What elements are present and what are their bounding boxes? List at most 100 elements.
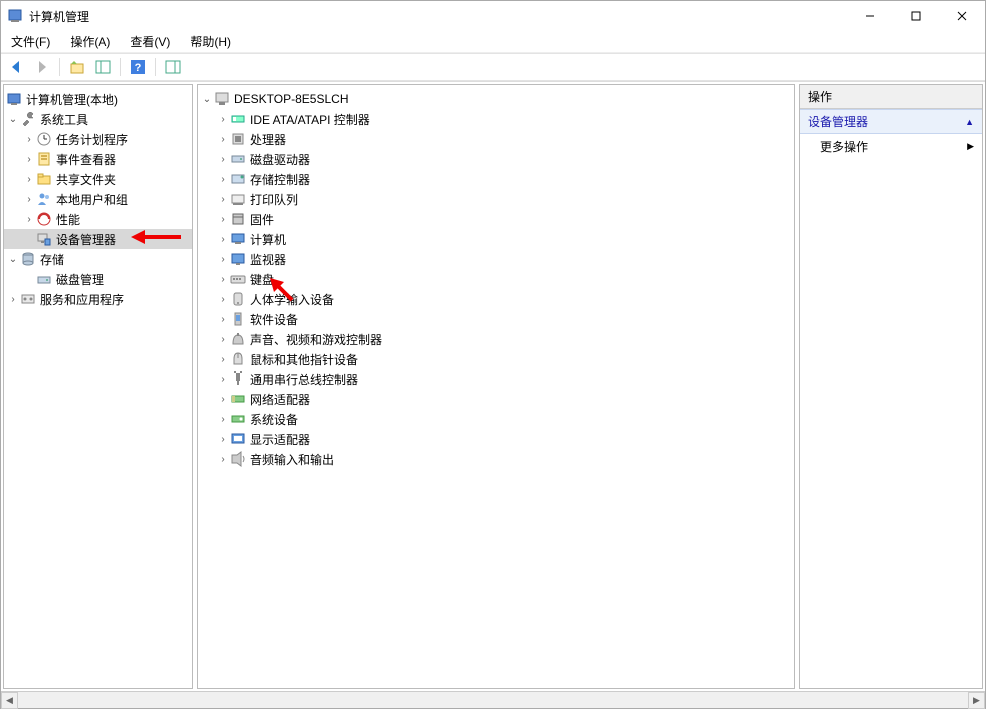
scroll-track[interactable] <box>18 693 968 708</box>
tree-node-event-viewer[interactable]: › 事件查看器 <box>4 149 192 169</box>
device-node-computer[interactable]: ⌄ DESKTOP-8E5SLCH <box>198 89 794 109</box>
window-title: 计算机管理 <box>29 8 89 25</box>
device-category-node[interactable]: ›固件 <box>198 209 794 229</box>
tree-node-performance[interactable]: › 性能 <box>4 209 192 229</box>
action-label: 更多操作 <box>820 138 868 155</box>
expander-closed-icon[interactable]: › <box>216 172 230 186</box>
tree-label: 鼠标和其他指针设备 <box>250 351 358 368</box>
expander-closed-icon[interactable]: › <box>216 452 230 466</box>
scroll-left-button[interactable]: ◀ <box>1 692 18 709</box>
device-category-node[interactable]: ›通用串行总线控制器 <box>198 369 794 389</box>
device-category-node[interactable]: ›计算机 <box>198 229 794 249</box>
computer-management-icon <box>6 91 22 107</box>
disk-icon <box>36 271 52 287</box>
expander-closed-icon[interactable]: › <box>216 132 230 146</box>
device-category-icon <box>230 351 246 367</box>
device-category-node[interactable]: › 处理器 <box>198 129 794 149</box>
tree-label: 打印队列 <box>250 191 298 208</box>
tree-label: 共享文件夹 <box>56 171 116 188</box>
expander-closed-icon[interactable]: › <box>216 372 230 386</box>
minimize-button[interactable] <box>847 1 893 31</box>
menu-action[interactable]: 操作(A) <box>64 31 116 52</box>
up-button[interactable] <box>66 56 88 78</box>
device-category-node[interactable]: › 键盘 <box>198 269 794 289</box>
device-category-icon <box>230 451 246 467</box>
scroll-right-button[interactable]: ▶ <box>968 692 985 709</box>
tree-node-local-users[interactable]: › 本地用户和组 <box>4 189 192 209</box>
show-hide-tree-button[interactable] <box>92 56 114 78</box>
close-button[interactable] <box>939 1 985 31</box>
device-category-node[interactable]: › 系统设备 <box>198 409 794 429</box>
tree-label: 处理器 <box>250 131 286 148</box>
device-category-node[interactable]: ›监视器 <box>198 249 794 269</box>
expander-closed-icon[interactable]: › <box>216 212 230 226</box>
device-category-node[interactable]: › 打印队列 <box>198 189 794 209</box>
tree-node-root[interactable]: 计算机管理(本地) <box>4 89 192 109</box>
device-category-node[interactable]: ›音频输入和输出 <box>198 449 794 469</box>
menu-file[interactable]: 文件(F) <box>5 31 56 52</box>
actions-group-device-manager[interactable]: 设备管理器 ▲ <box>800 109 982 134</box>
device-category-node[interactable]: ›人体学输入设备 <box>198 289 794 309</box>
device-category-node[interactable]: ›磁盘驱动器 <box>198 149 794 169</box>
expander-closed-icon[interactable]: › <box>6 292 20 306</box>
expander-closed-icon[interactable]: › <box>22 192 36 206</box>
expander-open-icon[interactable]: ⌄ <box>6 112 20 126</box>
tree-node-device-manager[interactable]: · 设备管理器 <box>4 229 192 249</box>
expander-closed-icon[interactable]: › <box>216 192 230 206</box>
device-manager-icon <box>36 231 52 247</box>
expander-open-icon[interactable]: ⌄ <box>200 92 214 106</box>
tree-node-task-scheduler[interactable]: › 任务计划程序 <box>4 129 192 149</box>
horizontal-scrollbar[interactable]: ◀ ▶ <box>1 691 985 708</box>
menu-view[interactable]: 查看(V) <box>124 31 176 52</box>
expander-closed-icon[interactable]: › <box>216 272 230 286</box>
help-button[interactable]: ? <box>127 56 149 78</box>
expander-closed-icon[interactable]: › <box>216 412 230 426</box>
device-category-node[interactable]: › 声音、视频和游戏控制器 <box>198 329 794 349</box>
tree-node-storage[interactable]: ⌄ 存储 <box>4 249 192 269</box>
back-button[interactable] <box>5 56 27 78</box>
device-category-icon <box>230 111 246 127</box>
expander-closed-icon[interactable]: › <box>216 432 230 446</box>
app-icon <box>7 8 23 24</box>
expander-closed-icon[interactable]: › <box>22 212 36 226</box>
storage-icon <box>20 251 36 267</box>
device-category-node[interactable]: ›存储控制器 <box>198 169 794 189</box>
tree-node-services-apps[interactable]: › 服务和应用程序 <box>4 289 192 309</box>
expander-closed-icon[interactable]: › <box>216 332 230 346</box>
expander-closed-icon[interactable]: › <box>216 312 230 326</box>
show-hide-action-pane-button[interactable] <box>162 56 184 78</box>
device-category-node[interactable]: ›显示适配器 <box>198 429 794 449</box>
device-category-node[interactable]: ›网络适配器 <box>198 389 794 409</box>
expander-closed-icon[interactable]: › <box>216 292 230 306</box>
expander-closed-icon[interactable]: › <box>216 392 230 406</box>
performance-icon <box>36 211 52 227</box>
expander-closed-icon[interactable]: › <box>22 152 36 166</box>
expander-closed-icon[interactable]: › <box>216 152 230 166</box>
expander-closed-icon[interactable]: › <box>216 352 230 366</box>
device-category-node[interactable]: ›软件设备 <box>198 309 794 329</box>
device-tree[interactable]: ⌄ DESKTOP-8E5SLCH ›IDE ATA/ATAPI 控制器›处理器… <box>198 85 794 473</box>
tree-node-system-tools[interactable]: ⌄ 系统工具 <box>4 109 192 129</box>
expander-closed-icon[interactable]: › <box>216 252 230 266</box>
menu-help[interactable]: 帮助(H) <box>184 31 237 52</box>
expander-closed-icon[interactable]: › <box>216 112 230 126</box>
tree-label: 声音、视频和游戏控制器 <box>250 331 382 348</box>
shared-folder-icon <box>36 171 52 187</box>
tree-node-disk-management[interactable]: · 磁盘管理 <box>4 269 192 289</box>
tree-label: 计算机管理(本地) <box>26 91 118 108</box>
device-category-node[interactable]: ›IDE ATA/ATAPI 控制器 <box>198 109 794 129</box>
tree-label: 存储 <box>40 251 64 268</box>
expander-closed-icon[interactable]: › <box>216 232 230 246</box>
expander-open-icon[interactable]: ⌄ <box>6 252 20 266</box>
tree-label: 系统设备 <box>250 411 298 428</box>
tree-node-shared-folders[interactable]: › 共享文件夹 <box>4 169 192 189</box>
console-tree[interactable]: 计算机管理(本地) ⌄ 系统工具 › 任务计划程序 › 事件查看器 <box>4 85 192 313</box>
device-category-node[interactable]: › 鼠标和其他指针设备 <box>198 349 794 369</box>
action-more[interactable]: 更多操作 ▶ <box>800 134 982 159</box>
tree-label: 键盘 <box>250 271 274 288</box>
expander-closed-icon[interactable]: › <box>22 132 36 146</box>
expander-closed-icon[interactable]: › <box>22 172 36 186</box>
maximize-button[interactable] <box>893 1 939 31</box>
forward-button[interactable] <box>31 56 53 78</box>
device-category-icon <box>230 231 246 247</box>
